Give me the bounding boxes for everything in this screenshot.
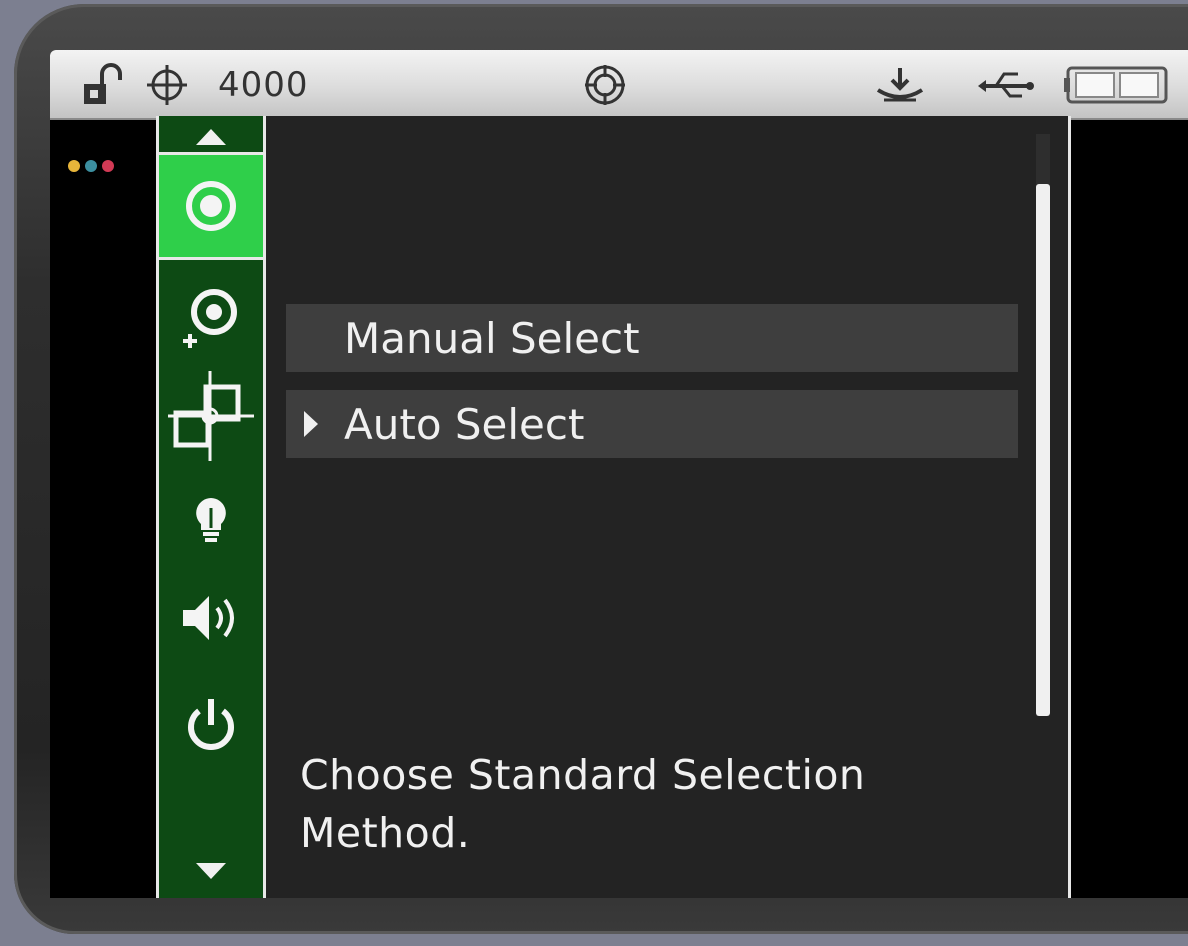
sidebar (156, 116, 266, 898)
scrollbar-track[interactable] (1036, 134, 1050, 716)
power-icon (188, 699, 234, 750)
status-bar: 4000 (50, 50, 1188, 120)
battery-icon (1062, 62, 1172, 108)
chevron-down-icon[interactable] (159, 856, 263, 886)
usb-icon (974, 64, 1038, 108)
ground-icon (872, 64, 928, 108)
help-text: Choose Standard Selection Method. (300, 751, 866, 857)
scrollbar-thumb[interactable] (1036, 184, 1050, 716)
sidebar-item-add-target[interactable] (159, 274, 263, 360)
selection-caret-icon (304, 411, 318, 437)
crosshair-squares-icon (168, 371, 254, 461)
indicator-dot-teal (85, 160, 97, 172)
sidebar-item-target[interactable] (159, 152, 263, 260)
sidebar-item-crosshair[interactable] (159, 368, 263, 464)
add-target-icon (183, 289, 237, 348)
indicator-dot-red (102, 160, 114, 172)
sidebar-item-power[interactable] (159, 680, 263, 770)
target-icon (580, 60, 630, 110)
menu-item-label: Manual Select (344, 313, 640, 363)
status-value: 4000 (218, 65, 309, 105)
menu-panel: Manual Select Auto Select Choose Standar… (266, 116, 1071, 898)
indicator-dots (68, 160, 114, 172)
chevron-up-icon[interactable] (159, 122, 263, 152)
unlock-icon (80, 62, 126, 108)
lightbulb-icon (196, 498, 226, 542)
sidebar-item-volume[interactable] (159, 578, 263, 658)
sidebar-item-light[interactable] (159, 486, 263, 552)
target-circle-icon (186, 181, 236, 231)
menu-item-label: Auto Select (344, 399, 585, 449)
menu-item-auto-select[interactable]: Auto Select (286, 390, 1018, 458)
menu-item-manual-select[interactable]: Manual Select (286, 304, 1018, 372)
device-screen: 4000 Manual Select Auto Select Choose St… (50, 50, 1188, 898)
indicator-dot-yellow (68, 160, 80, 172)
speaker-icon (183, 596, 234, 640)
crosshair-icon (144, 62, 190, 108)
